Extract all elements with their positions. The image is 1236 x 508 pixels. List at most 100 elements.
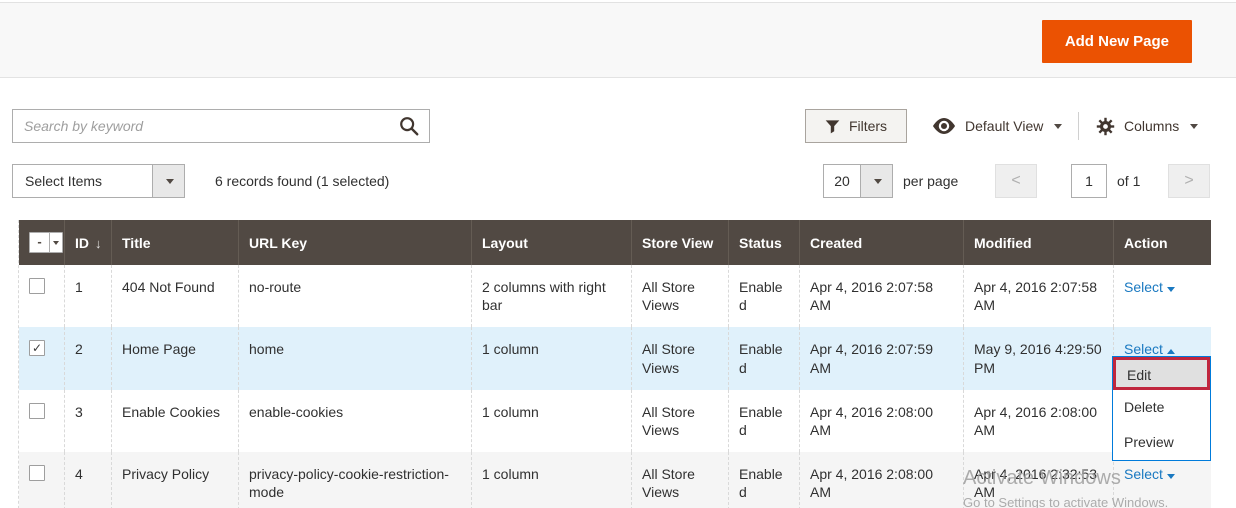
row-action-select[interactable]: Select — [1124, 466, 1175, 482]
cell-status: Enabled — [728, 327, 799, 389]
select-all-indeterminate: - — [30, 233, 49, 252]
cell-store-view: All Store Views — [631, 390, 728, 452]
row-action-select[interactable]: Select — [1124, 279, 1175, 295]
current-page-input[interactable] — [1071, 164, 1107, 198]
chevron-left-icon: < — [1011, 172, 1020, 189]
search-input[interactable] — [13, 110, 373, 142]
cell-layout: 1 column — [471, 327, 631, 389]
page-header-band: Add New Page — [0, 2, 1236, 78]
cell-store-view: All Store Views — [631, 452, 728, 508]
cell-layout: 1 column — [471, 390, 631, 452]
gear-icon — [1096, 117, 1115, 136]
cell-title: Home Page — [111, 327, 238, 389]
keyword-search-box — [12, 109, 430, 143]
select-all-control[interactable]: - — [29, 232, 63, 253]
chevron-down-icon — [1190, 124, 1198, 129]
column-header-modified[interactable]: Modified — [963, 220, 1113, 265]
toolbar-divider — [1078, 112, 1079, 140]
per-page-select[interactable]: 20 — [823, 164, 893, 198]
column-header-url-key[interactable]: URL Key — [238, 220, 471, 265]
column-header-id[interactable]: ID ↓ — [64, 220, 111, 265]
row-checkbox[interactable] — [29, 465, 45, 481]
cell-id: 3 — [64, 390, 111, 452]
total-pages-label: of 1 — [1117, 173, 1140, 189]
per-page-label: per page — [903, 173, 958, 189]
per-page-value: 20 — [824, 165, 860, 197]
cell-url-key: no-route — [238, 265, 471, 327]
mass-action-select[interactable]: Select Items — [12, 164, 185, 198]
action-menu-item-edit[interactable]: Edit — [1113, 357, 1210, 390]
add-new-page-button[interactable]: Add New Page — [1042, 20, 1192, 63]
chevron-down-icon — [53, 241, 59, 245]
cell-created: Apr 4, 2016 2:07:58 AM — [799, 265, 963, 327]
column-header-status[interactable]: Status — [728, 220, 799, 265]
eye-icon — [932, 118, 956, 134]
table-row: 3 Enable Cookies enable-cookies 1 column… — [19, 390, 1211, 452]
cell-url-key: home — [238, 327, 471, 389]
filters-label: Filters — [849, 118, 887, 134]
select-all-header: - — [19, 220, 64, 265]
chevron-down-icon — [1167, 287, 1175, 292]
per-page-caret[interactable] — [860, 165, 892, 197]
cell-url-key: enable-cookies — [238, 390, 471, 452]
cell-created: Apr 4, 2016 2:07:59 AM — [799, 327, 963, 389]
cms-pages-admin-page: Add New Page Filters Default View — [0, 0, 1236, 508]
row-action-select-open[interactable]: Select — [1124, 341, 1175, 357]
next-page-button[interactable]: > — [1168, 164, 1210, 198]
cell-created: Apr 4, 2016 2:08:00 AM — [799, 390, 963, 452]
columns-label: Columns — [1124, 118, 1179, 134]
cell-modified: Apr 4, 2016 2:07:58 AM — [963, 265, 1113, 327]
cell-title: Enable Cookies — [111, 390, 238, 452]
cell-title: Privacy Policy — [111, 452, 238, 508]
columns-dropdown[interactable]: Columns — [1096, 109, 1198, 143]
cell-status: Enabled — [728, 452, 799, 508]
table-row: 1 404 Not Found no-route 2 columns with … — [19, 265, 1211, 327]
select-all-caret[interactable] — [49, 233, 62, 252]
filters-button[interactable]: Filters — [805, 109, 907, 143]
mass-action-caret[interactable] — [152, 165, 184, 197]
chevron-down-icon — [1054, 124, 1062, 129]
table-row: 4 Privacy Policy privacy-policy-cookie-r… — [19, 452, 1211, 508]
column-header-created[interactable]: Created — [799, 220, 963, 265]
records-summary: 6 records found (1 selected) — [215, 173, 389, 189]
cell-status: Enabled — [728, 390, 799, 452]
cell-title: 404 Not Found — [111, 265, 238, 327]
cms-pages-grid: - ID ↓ Title URL Key Layout Store View St… — [18, 220, 1210, 508]
header-label: ID — [75, 235, 89, 251]
action-menu-item-delete[interactable]: Delete — [1113, 390, 1210, 425]
row-checkbox-checked[interactable]: ✓ — [29, 340, 45, 356]
chevron-down-icon — [874, 179, 882, 184]
cell-id: 4 — [64, 452, 111, 508]
chevron-up-icon — [1167, 349, 1175, 354]
previous-page-button[interactable]: < — [995, 164, 1037, 198]
cell-modified: May 9, 2016 4:29:50 PM — [963, 327, 1113, 389]
search-icon[interactable] — [398, 115, 420, 137]
row-checkbox[interactable] — [29, 403, 45, 419]
cell-store-view: All Store Views — [631, 265, 728, 327]
cell-id: 2 — [64, 327, 111, 389]
column-header-action[interactable]: Action — [1113, 220, 1211, 265]
cell-modified: Apr 4, 2016 2:32:53 AM — [963, 452, 1113, 508]
row-checkbox[interactable] — [29, 278, 45, 294]
chevron-down-icon — [166, 179, 174, 184]
chevron-right-icon: > — [1184, 172, 1193, 189]
mass-action-label: Select Items — [13, 165, 152, 197]
column-header-layout[interactable]: Layout — [471, 220, 631, 265]
default-view-label: Default View — [965, 118, 1043, 134]
default-view-dropdown[interactable]: Default View — [932, 109, 1062, 143]
cell-layout: 1 column — [471, 452, 631, 508]
funnel-icon — [825, 119, 840, 134]
row-action-menu: Edit Delete Preview — [1112, 356, 1211, 461]
column-header-title[interactable]: Title — [111, 220, 238, 265]
chevron-down-icon — [1167, 474, 1175, 479]
cell-modified: Apr 4, 2016 2:08:00 AM — [963, 390, 1113, 452]
sort-desc-icon: ↓ — [95, 236, 102, 251]
action-menu-item-preview[interactable]: Preview — [1113, 425, 1210, 460]
cell-id: 1 — [64, 265, 111, 327]
cell-created: Apr 4, 2016 2:08:00 AM — [799, 452, 963, 508]
cell-status: Enabled — [728, 265, 799, 327]
table-row: ✓ 2 Home Page home 1 column All Store Vi… — [19, 327, 1211, 389]
column-header-store-view[interactable]: Store View — [631, 220, 728, 265]
cell-url-key: privacy-policy-cookie-restriction-mode — [238, 452, 471, 508]
grid-header-row: - ID ↓ Title URL Key Layout Store View St… — [19, 220, 1211, 265]
